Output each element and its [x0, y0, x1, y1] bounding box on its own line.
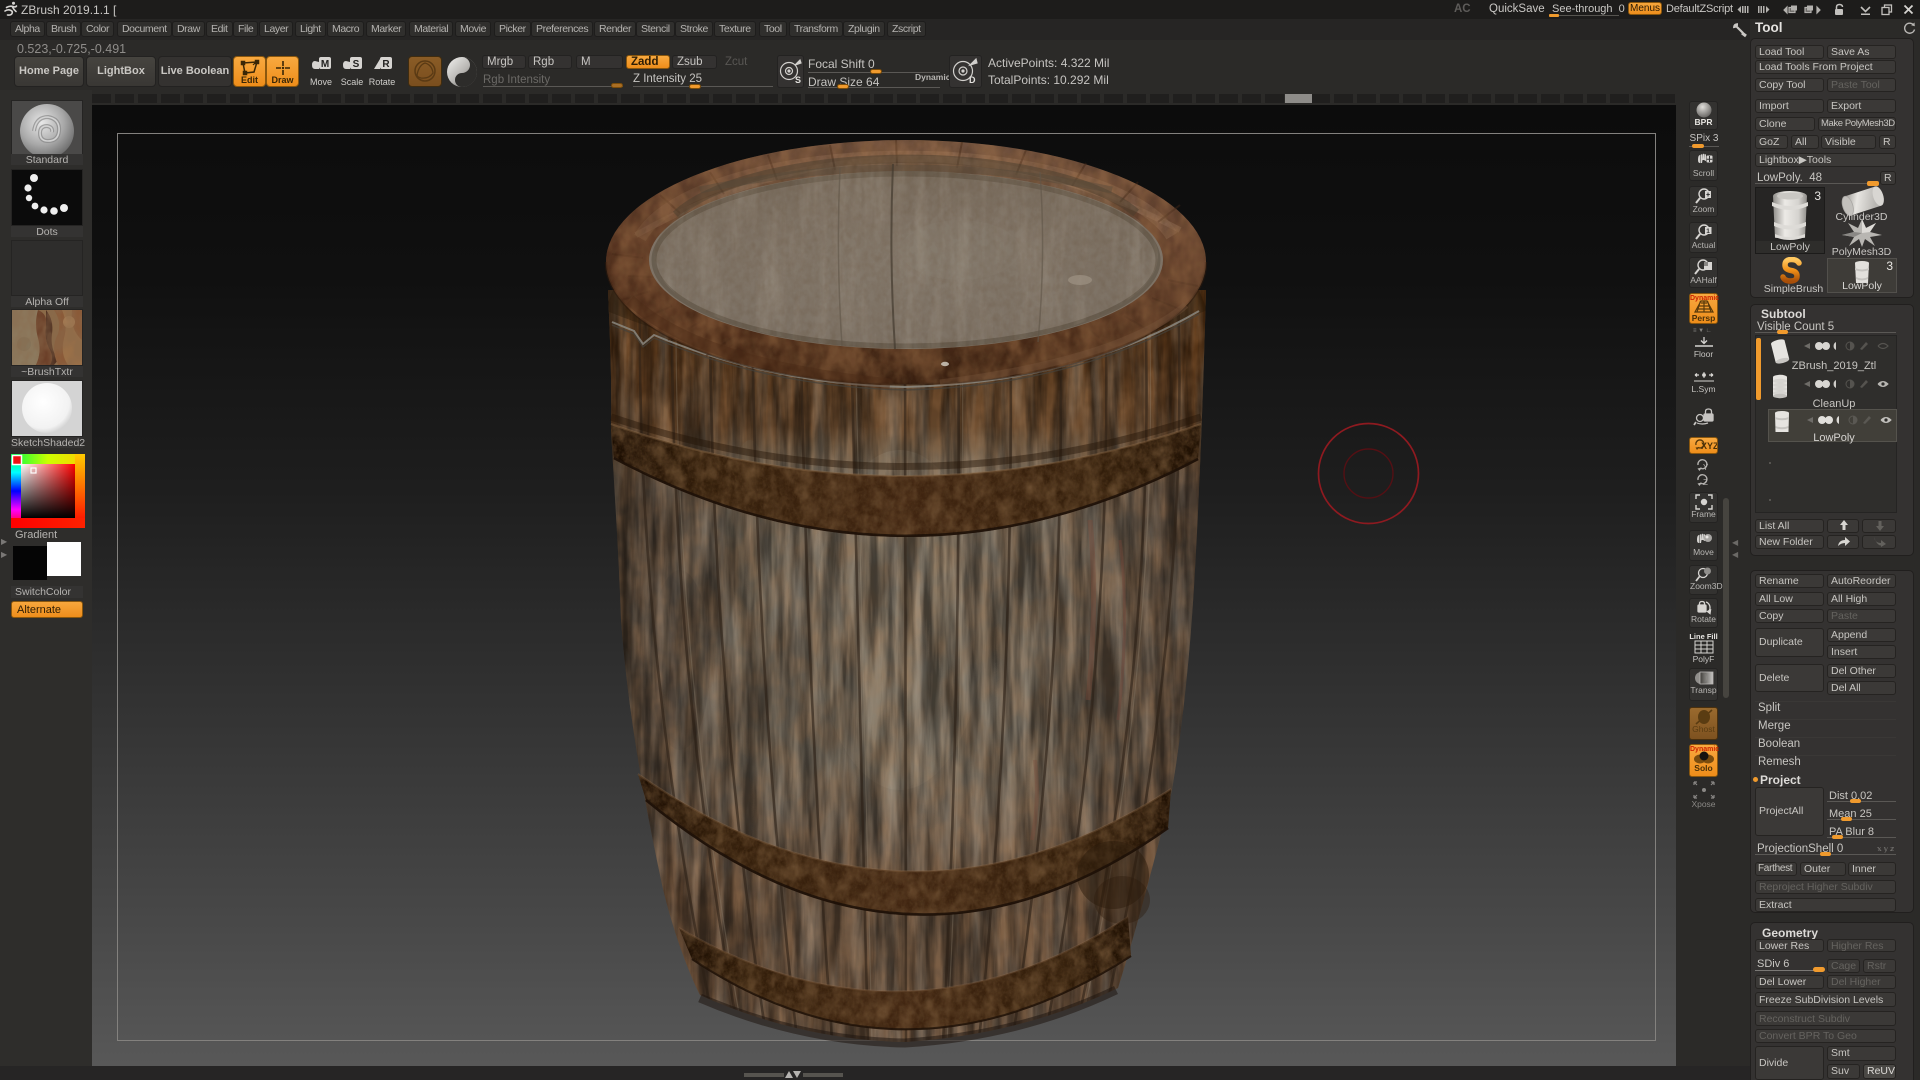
svg-text:M: M: [321, 59, 329, 70]
svg-text:Y: Y: [1703, 463, 1709, 471]
svg-text:R: R: [382, 59, 390, 70]
svg-text:S: S: [795, 75, 801, 85]
svg-text:S: S: [353, 59, 360, 70]
svg-text:1: 1: [1706, 228, 1710, 235]
svg-text:D: D: [969, 75, 976, 85]
svg-text:XYZ: XYZ: [1701, 441, 1717, 451]
svg-text:Z: Z: [1703, 478, 1708, 486]
